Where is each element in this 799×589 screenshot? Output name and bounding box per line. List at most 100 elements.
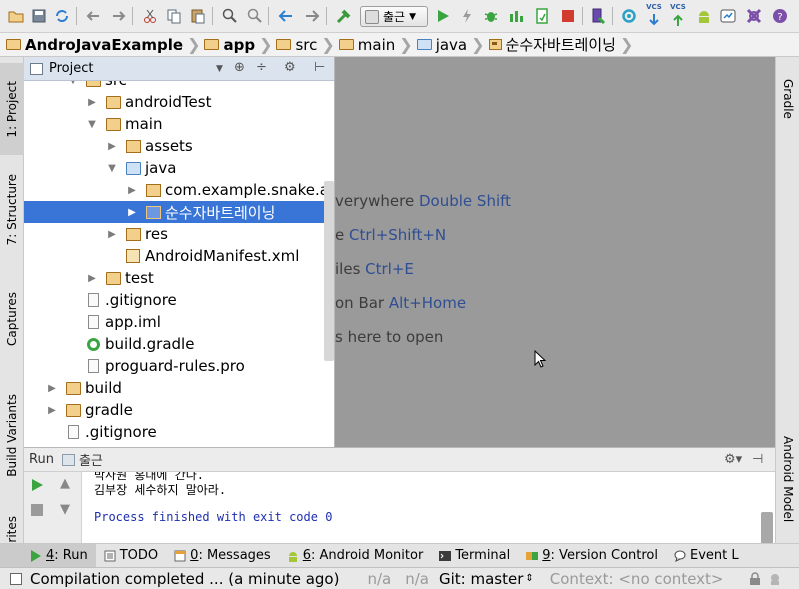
tree-item-app-iml[interactable]: app.iml [24, 311, 334, 333]
paste-icon[interactable] [188, 6, 208, 26]
tree-item-proguard[interactable]: proguard-rules.pro [24, 355, 334, 377]
tab-build-variants[interactable]: Build Variants [0, 379, 24, 491]
tree-item-res[interactable]: ▶ res [24, 223, 334, 245]
tree-item-androidtest[interactable]: ▶ androidTest [24, 91, 334, 113]
vcs-update-icon[interactable]: VCS [644, 4, 664, 26]
coverage-icon[interactable] [506, 6, 526, 26]
tab-project[interactable]: 1: Project [0, 63, 24, 155]
open-folder-icon[interactable] [6, 6, 26, 26]
tree-item-src[interactable]: ▼ src [24, 81, 334, 91]
breadcrumb-module[interactable]: app ❯ [204, 33, 276, 57]
cut-icon[interactable] [140, 6, 160, 26]
save-icon[interactable] [29, 6, 49, 26]
tree-item-package-selected[interactable]: ▶ 순수자바트레이닝 [24, 201, 334, 223]
debug-icon[interactable] [481, 6, 501, 26]
tree-item-root-gitignore[interactable]: .gitignore [24, 421, 334, 443]
breadcrumb-main[interactable]: main ❯ [338, 33, 417, 57]
project-tree-vertical-scrollbar[interactable] [324, 181, 334, 361]
console-scrollbar[interactable] [761, 512, 773, 544]
tab-messages[interactable]: 0: Messages [166, 544, 279, 568]
tree-item-gradle[interactable]: ▶ gradle [24, 399, 334, 421]
tree-item-gitignore[interactable]: .gitignore [24, 289, 334, 311]
tree-item-build-gradle[interactable]: build.gradle [24, 333, 334, 355]
collapsed-arrow-icon[interactable]: ▶ [106, 141, 118, 152]
help-icon[interactable]: ? [770, 6, 790, 26]
lock-icon[interactable] [748, 571, 762, 586]
tree-item-manifest[interactable]: AndroidManifest.xml [24, 245, 334, 267]
tree-item-java[interactable]: ▼ java [24, 157, 334, 179]
run-icon[interactable] [433, 6, 453, 26]
gear-icon[interactable]: ⚙ [284, 60, 296, 75]
breadcrumb-src[interactable]: src ❯ [276, 33, 338, 57]
tab-version-control[interactable]: 9: Version Control [518, 544, 666, 568]
tab-terminal[interactable]: Terminal [431, 544, 518, 568]
project-view-selector[interactable]: Project [49, 61, 93, 76]
run-config-dropdown[interactable]: 출근 ▼ [360, 6, 428, 27]
status-message[interactable]: Compilation completed ... (a minute ago) [30, 570, 339, 588]
chevron-down-icon[interactable]: ▼ [216, 64, 223, 74]
breadcrumb-package[interactable]: 순수자바트레이닝 ❯ [488, 33, 638, 57]
collapse-all-icon[interactable]: ÷ [256, 60, 267, 75]
hide-panel-icon[interactable]: ⊢ [314, 60, 325, 75]
chevron-right-icon: ❯ [471, 35, 485, 54]
expanded-arrow-icon[interactable]: ▼ [106, 163, 118, 174]
replace-icon[interactable] [245, 6, 265, 26]
collapsed-arrow-icon[interactable]: ▶ [46, 405, 58, 416]
tab-todo[interactable]: TODO [96, 544, 166, 568]
tree-item-package-example[interactable]: ▶ com.example.snake.ar [24, 179, 334, 201]
find-icon[interactable] [220, 6, 240, 26]
git-branch-selector[interactable]: Git: master [439, 570, 523, 588]
tab-structure[interactable]: 7: Structure [0, 163, 24, 257]
apply-changes-icon[interactable] [457, 6, 477, 26]
collapsed-arrow-icon[interactable]: ▶ [126, 207, 138, 218]
editor-empty-area[interactable]: verywhere Double Shift e Ctrl+Shift+N il… [335, 57, 775, 447]
settings-icon[interactable] [718, 6, 738, 26]
tab-event-log[interactable]: Event L [666, 544, 747, 568]
tree-item-test[interactable]: ▶ test [24, 267, 334, 289]
tree-item-label: res [145, 225, 168, 243]
back-icon[interactable] [276, 6, 296, 26]
breadcrumb-project[interactable]: AndroJavaExample ❯ [6, 33, 204, 57]
kotlin-icon[interactable] [744, 6, 764, 26]
tab-captures[interactable]: Captures [0, 279, 24, 359]
run-tab[interactable]: 출근 [79, 450, 103, 469]
tab-version-control-label: : Version Control [550, 548, 658, 563]
hide-panel-icon[interactable]: ⊣ [752, 452, 763, 467]
arrow-down-icon[interactable]: ▼ [60, 502, 70, 517]
android-icon[interactable] [694, 6, 714, 26]
vcs-commit-icon[interactable]: VCS [668, 4, 688, 26]
tree-item-assets[interactable]: ▶ assets [24, 135, 334, 157]
forward-icon[interactable] [302, 6, 322, 26]
tool-windows-toggle-icon[interactable] [10, 572, 22, 585]
stop-icon[interactable] [558, 6, 578, 26]
stop-icon[interactable] [31, 504, 43, 516]
tree-item-build[interactable]: ▶ build [24, 377, 334, 399]
collapsed-arrow-icon[interactable]: ▶ [86, 273, 98, 284]
scroll-from-source-icon[interactable]: ⊕ [234, 60, 245, 75]
collapsed-arrow-icon[interactable]: ▶ [106, 229, 118, 240]
sdk-manager-icon[interactable] [588, 6, 608, 26]
expanded-arrow-icon[interactable]: ▼ [67, 81, 79, 86]
tab-android-monitor[interactable]: 6: Android Monitor [279, 544, 432, 568]
tab-gradle[interactable]: Gradle [776, 67, 799, 131]
copy-icon[interactable] [164, 6, 184, 26]
undo-icon[interactable] [84, 6, 104, 26]
sync-gradle-icon[interactable] [619, 6, 639, 26]
inspector-icon[interactable] [768, 572, 782, 586]
collapsed-arrow-icon[interactable]: ▶ [46, 383, 58, 394]
collapsed-arrow-icon[interactable]: ▶ [126, 185, 138, 196]
profile-icon[interactable] [532, 6, 552, 26]
make-project-icon[interactable] [334, 6, 354, 26]
redo-icon[interactable] [108, 6, 128, 26]
breadcrumb-java[interactable]: java ❯ [416, 33, 489, 57]
arrow-up-icon[interactable]: ▲ [60, 476, 70, 491]
tree-item-main[interactable]: ▼ main [24, 113, 334, 135]
gear-icon[interactable]: ⚙▾ [724, 452, 742, 467]
tab-android-model[interactable]: Android Model [776, 419, 799, 539]
rerun-icon[interactable] [30, 478, 44, 492]
console-output[interactable]: 박사원 홍대에 간다. 김부장 세수하지 말아라. Process finish… [82, 472, 762, 544]
expanded-arrow-icon[interactable]: ▼ [86, 119, 98, 130]
tab-run[interactable]: 4: Run [0, 543, 96, 568]
sync-icon[interactable] [52, 6, 72, 26]
collapsed-arrow-icon[interactable]: ▶ [86, 97, 98, 108]
